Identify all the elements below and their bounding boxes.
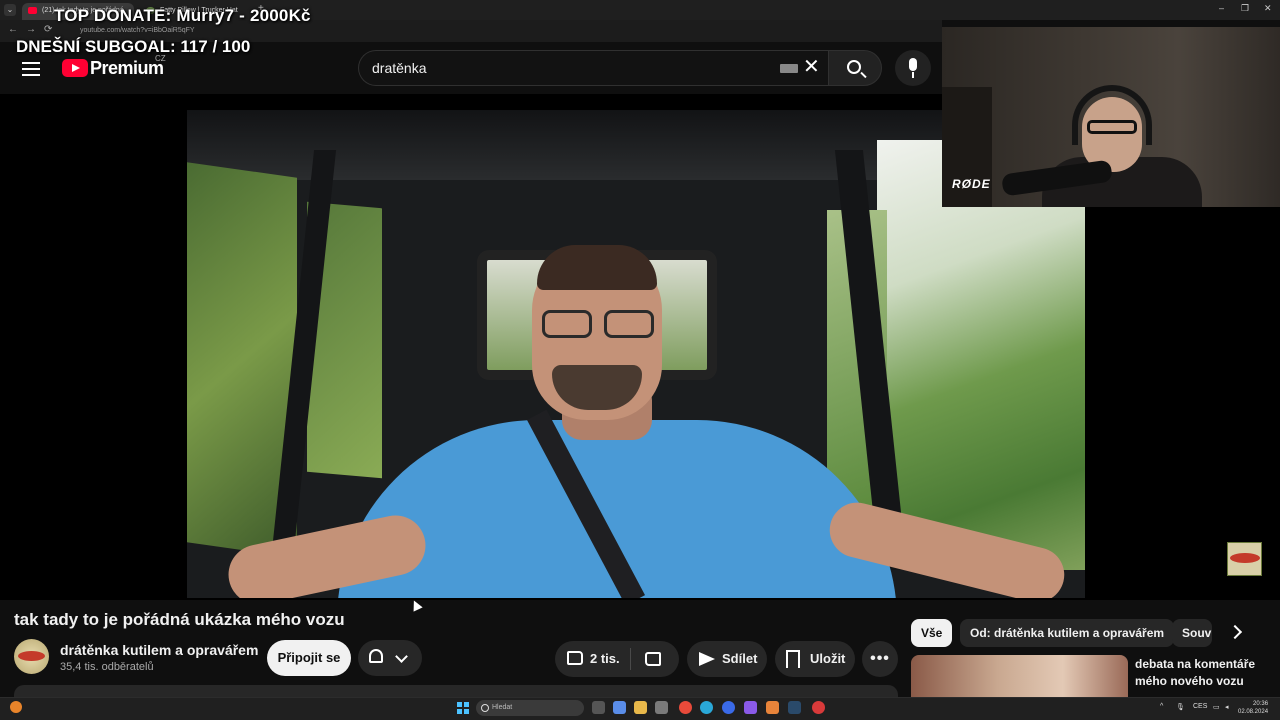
search-button[interactable] [828,50,882,86]
obs-icon[interactable] [812,701,825,714]
bookmark-icon [786,650,800,668]
share-button[interactable]: Sdílet [687,641,767,677]
reload-icon[interactable]: ⟳ [44,24,52,35]
chevron-right-icon[interactable] [1227,624,1243,640]
brand-label[interactable]: Premium [90,58,164,79]
menu-icon[interactable] [22,62,40,76]
screen: ⌄ (21) tak tady to je pořádná Fatty Pill… [0,0,1280,720]
share-icon [699,652,715,666]
tray-expand-icon[interactable]: ^ [1160,703,1163,710]
forward-icon[interactable]: → [26,24,36,35]
widgets-icon[interactable] [613,701,626,714]
chevron-down-icon [395,650,408,663]
search-query[interactable]: dratěnka [372,60,426,76]
subgoal-overlay: DNEŠNÍ SUBGOAL: 117 / 100 [16,37,251,56]
search-input[interactable] [358,50,828,86]
minimize-icon[interactable]: – [1219,3,1224,13]
mouse-cursor-icon [409,598,423,612]
search-icon [847,60,861,74]
chrome-icon[interactable] [679,701,692,714]
channel-name[interactable]: drátěnka kutilem a opravářem [60,642,258,658]
app-icon[interactable] [655,701,668,714]
share-label: Sdílet [722,651,758,666]
volume-icon[interactable]: ◂ [1225,703,1229,711]
channel-avatar[interactable] [14,639,49,674]
dislike-icon[interactable] [645,652,661,666]
recommended-title[interactable]: debata na komentáře mého nového vozu [1135,656,1275,690]
clear-search-icon[interactable]: ✕ [803,57,820,77]
top-donate-overlay: TOP DONATE: Murry7 - 2000Kč [54,6,311,25]
notifications-button[interactable] [358,640,422,676]
save-button[interactable]: Uložit [775,641,855,677]
bell-icon [369,649,383,663]
browser-icon[interactable] [722,701,735,714]
mic-tray-icon[interactable]: 🎙 [1176,703,1185,711]
chip-related[interactable]: Souv [1172,619,1212,647]
taskbar-search[interactable]: Hledat [476,700,584,716]
video-title: tak tady to je pořádná ukázka mého vozu [14,610,345,629]
url-field[interactable]: youtube.com/watch?v=iBbOaiR5qFY [80,27,195,34]
youtube-logo-icon[interactable] [62,59,88,77]
subscriber-count: 35,4 tis. odběratelů [60,661,154,673]
keyboard-icon[interactable] [780,64,798,73]
save-label: Uložit [810,651,846,666]
weather-icon[interactable] [10,701,22,713]
join-button[interactable]: Připojit se [267,640,351,676]
start-icon[interactable] [457,702,469,714]
microphone-icon [909,58,917,71]
voice-search-button[interactable] [895,50,931,86]
cloud-icon[interactable] [766,701,779,714]
like-count[interactable]: 2 tis. [590,641,620,677]
discord-icon[interactable] [744,701,757,714]
microphone-brand: RØDE [952,177,991,191]
network-icon[interactable]: ▭ [1213,703,1220,711]
maximize-icon[interactable]: ❐ [1241,3,1249,14]
file-explorer-icon[interactable] [634,701,647,714]
back-icon[interactable]: ← [8,24,18,35]
clock[interactable]: 20:36 02.08.2024 [1238,700,1268,716]
chip-from-channel[interactable]: Od: drátěnka kutilem a opravářem [960,619,1175,647]
steam-icon[interactable] [788,701,801,714]
more-actions-button[interactable]: ••• [862,641,898,677]
chip-all[interactable]: Vše [911,619,953,647]
like-dislike-group: 2 tis. [555,641,679,677]
webcam-overlay: RØDE [942,27,1280,207]
channel-watermark[interactable] [1227,542,1262,576]
edge-icon[interactable] [700,701,713,714]
task-view-icon[interactable] [592,701,605,714]
tab-menu-icon[interactable]: ⌄ [4,4,16,16]
language-indicator[interactable]: CES [1193,703,1207,710]
close-window-icon[interactable]: ✕ [1264,3,1272,14]
recommended-thumbnail[interactable] [911,655,1128,697]
like-icon[interactable] [567,651,583,665]
youtube-favicon-icon [28,7,37,14]
clock-date: 02.08.2024 [1238,709,1269,715]
clock-time: 20:36 [1253,701,1269,707]
